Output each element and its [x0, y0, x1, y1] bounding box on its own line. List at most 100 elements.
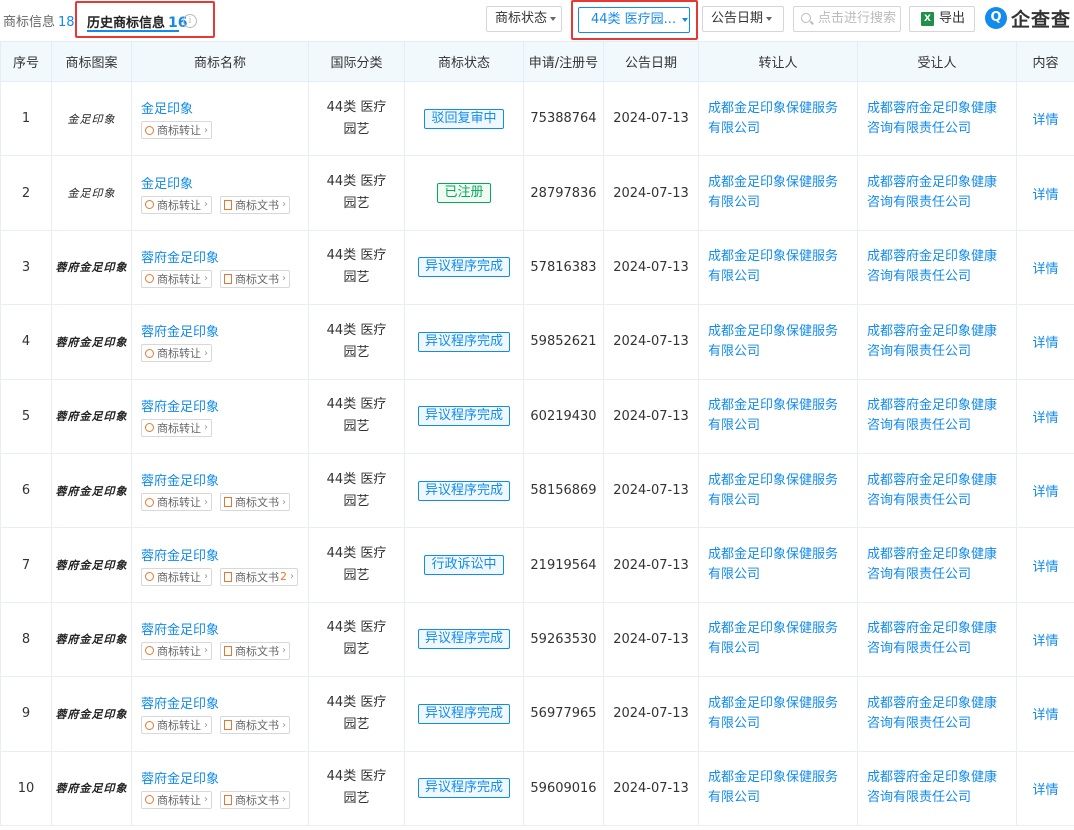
trademark-logo-image[interactable]: 蓉府金足印象 — [52, 259, 131, 275]
trademark-doc-chip[interactable]: 商标文书 › — [220, 195, 290, 214]
transferor-link[interactable]: 成都金足印象保健服务有限公司 — [699, 247, 857, 287]
trademark-transfer-chip[interactable]: 商标转让 › — [141, 716, 212, 735]
transferor-link[interactable]: 成都金足印象保健服务有限公司 — [699, 396, 857, 436]
reg-number: 58156869 — [523, 452, 604, 529]
trademark-name-link[interactable]: 蓉府金足印象 — [141, 619, 308, 638]
transferee-link[interactable]: 成都蓉府金足印象健康咨询有限责任公司 — [858, 247, 1016, 287]
search-input[interactable]: 点击进行搜索 — [793, 6, 901, 32]
transferee-link[interactable]: 成都蓉府金足印象健康咨询有限责任公司 — [858, 545, 1016, 585]
transferee-link[interactable]: 成都蓉府金足印象健康咨询有限责任公司 — [858, 396, 1016, 436]
trademark-name-link[interactable]: 蓉府金足印象 — [141, 470, 308, 489]
info-icon[interactable]: i — [183, 14, 197, 28]
trademark-transfer-chip[interactable]: 商标转让 › — [141, 269, 212, 288]
date-filter-dropdown[interactable]: 公告日期 — [702, 6, 784, 32]
trademark-logo-image[interactable]: 蓉府金足印象 — [52, 780, 131, 796]
trademark-transfer-chip[interactable]: 商标转让 › — [141, 344, 212, 363]
trademark-transfer-chip[interactable]: 商标转让 › — [141, 418, 212, 437]
status-badge: 异议程序完成 — [417, 778, 510, 799]
detail-link[interactable]: 详情 — [1032, 113, 1058, 128]
trademark-logo-image[interactable]: 蓉府金足印象 — [52, 408, 131, 424]
intl-class-cell: 44类 医疗园艺 — [308, 229, 405, 306]
detail-link[interactable]: 详情 — [1032, 708, 1058, 723]
status-badge: 异议程序完成 — [417, 480, 510, 501]
detail-link[interactable]: 详情 — [1032, 783, 1058, 798]
trademark-transfer-chip[interactable]: 商标转让 › — [141, 493, 212, 512]
transferor-link[interactable]: 成都金足印象保健服务有限公司 — [699, 694, 857, 734]
trademark-transfer-chip[interactable]: 商标转让 › — [141, 567, 212, 586]
trademark-doc-chip[interactable]: 商标文书 › — [220, 716, 290, 735]
row-number: 8 — [0, 601, 52, 678]
trademark-name-cell: 蓉府金足印象 商标转让 › 商标文书 › — [131, 676, 309, 752]
export-button[interactable]: X 导出 — [909, 6, 975, 32]
col-header: 国际分类 — [308, 41, 405, 82]
trademark-name-cell: 金足印象 商标转让 › 商标文书 › — [131, 155, 309, 231]
trademark-transfer-chip[interactable]: 商标转让 › — [141, 790, 212, 809]
trademark-logo-image[interactable]: 蓉府金足印象 — [52, 334, 131, 350]
chip-label: 商标转让 — [157, 496, 201, 510]
transferor-link[interactable]: 成都金足印象保健服务有限公司 — [699, 322, 857, 362]
detail-link[interactable]: 详情 — [1032, 262, 1058, 277]
trademark-doc-chip[interactable]: 商标文书 › — [220, 493, 290, 512]
trademark-logo-image[interactable]: 蓉府金足印象 — [52, 706, 131, 722]
detail-link[interactable]: 详情 — [1032, 188, 1058, 203]
transferor-link[interactable]: 成都金足印象保健服务有限公司 — [699, 768, 857, 808]
trademark-chips: 商标转让 › 商标文书 › — [141, 493, 308, 512]
transferee-link[interactable]: 成都蓉府金足印象健康咨询有限责任公司 — [858, 322, 1016, 362]
status-filter-label: 商标状态 — [495, 11, 548, 26]
trademark-name-link[interactable]: 金足印象 — [141, 173, 308, 192]
transferee-link[interactable]: 成都蓉府金足印象健康咨询有限责任公司 — [858, 471, 1016, 511]
status-badge: 已注册 — [437, 183, 491, 204]
trademark-logo-image[interactable]: 蓉府金足印象 — [52, 631, 131, 647]
trademark-name-link[interactable]: 蓉府金足印象 — [141, 321, 308, 340]
chevron-right-icon: › — [204, 273, 208, 285]
detail-link[interactable]: 详情 — [1032, 411, 1058, 426]
tab-trademark-info[interactable]: 商标信息 18 — [3, 11, 75, 30]
transferor-link[interactable]: 成都金足印象保健服务有限公司 — [699, 99, 857, 139]
detail-link[interactable]: 详情 — [1032, 634, 1058, 649]
trademark-doc-chip[interactable]: 商标文书 › — [220, 790, 290, 809]
intl-class: 44类 医疗园艺 — [326, 99, 387, 137]
reg-number: 56977965 — [523, 676, 604, 752]
transferee-link[interactable]: 成都蓉府金足印象健康咨询有限责任公司 — [858, 694, 1016, 734]
trademark-name-link[interactable]: 蓉府金足印象 — [141, 545, 308, 564]
detail-link[interactable]: 详情 — [1032, 336, 1058, 351]
trademark-doc-chip[interactable]: 商标文书 2 › — [220, 567, 298, 586]
chevron-down-icon — [682, 17, 689, 22]
trademark-logo-cell: 蓉府金足印象 — [51, 452, 132, 529]
status-filter-dropdown[interactable]: 商标状态 — [486, 6, 562, 32]
transferee-link[interactable]: 成都蓉府金足印象健康咨询有限责任公司 — [858, 99, 1016, 139]
detail-link[interactable]: 详情 — [1032, 485, 1058, 500]
class-filter-dropdown[interactable]: 44类 医疗园... — [578, 7, 690, 33]
trademark-name-link[interactable]: 蓉府金足印象 — [141, 693, 308, 712]
transferee-link[interactable]: 成都蓉府金足印象健康咨询有限责任公司 — [858, 768, 1016, 808]
trademark-transfer-chip[interactable]: 商标转让 › — [141, 195, 212, 214]
trademark-doc-chip[interactable]: 商标文书 › — [220, 269, 290, 288]
trademark-logo-image[interactable]: 金足印象 — [52, 185, 131, 201]
trademark-name-link[interactable]: 金足印象 — [141, 98, 308, 117]
trademark-transfer-chip[interactable]: 商标转让 › — [141, 641, 212, 660]
announce-date: 2024-07-13 — [603, 155, 699, 231]
transferor-link[interactable]: 成都金足印象保健服务有限公司 — [699, 471, 857, 511]
intl-class: 44类 医疗园艺 — [326, 620, 387, 658]
document-icon — [224, 273, 232, 284]
trademark-name-cell: 蓉府金足印象 商标转让 › 商标文书 › — [131, 452, 309, 529]
trademark-name-link[interactable]: 蓉府金足印象 — [141, 396, 308, 415]
trademark-logo-image[interactable]: 蓉府金足印象 — [52, 483, 131, 499]
trademark-name-link[interactable]: 蓉府金足印象 — [141, 768, 308, 787]
transferor-link[interactable]: 成都金足印象保健服务有限公司 — [699, 545, 857, 585]
row-number: 9 — [0, 676, 52, 752]
detail-link[interactable]: 详情 — [1032, 560, 1058, 575]
transferee-cell: 成都蓉府金足印象健康咨询有限责任公司 — [857, 750, 1017, 826]
trademark-name-link[interactable]: 蓉府金足印象 — [141, 247, 308, 266]
trademark-name-cell: 蓉府金足印象 商标转让 › — [131, 378, 309, 454]
transferee-link[interactable]: 成都蓉府金足印象健康咨询有限责任公司 — [858, 173, 1016, 213]
trademark-logo-image[interactable]: 蓉府金足印象 — [52, 557, 131, 573]
transferor-link[interactable]: 成都金足印象保健服务有限公司 — [699, 619, 857, 659]
trademark-logo-image[interactable]: 金足印象 — [52, 111, 131, 127]
trademark-doc-chip[interactable]: 商标文书 › — [220, 641, 290, 660]
transferee-link[interactable]: 成都蓉府金足印象健康咨询有限责任公司 — [858, 619, 1016, 659]
trademark-transfer-chip[interactable]: 商标转让 › — [141, 121, 212, 140]
transferor-link[interactable]: 成都金足印象保健服务有限公司 — [699, 173, 857, 213]
tab-history-trademark-info[interactable]: 历史商标信息 16 i — [75, 1, 215, 38]
status-cell: 驳回复审中 — [404, 80, 524, 157]
